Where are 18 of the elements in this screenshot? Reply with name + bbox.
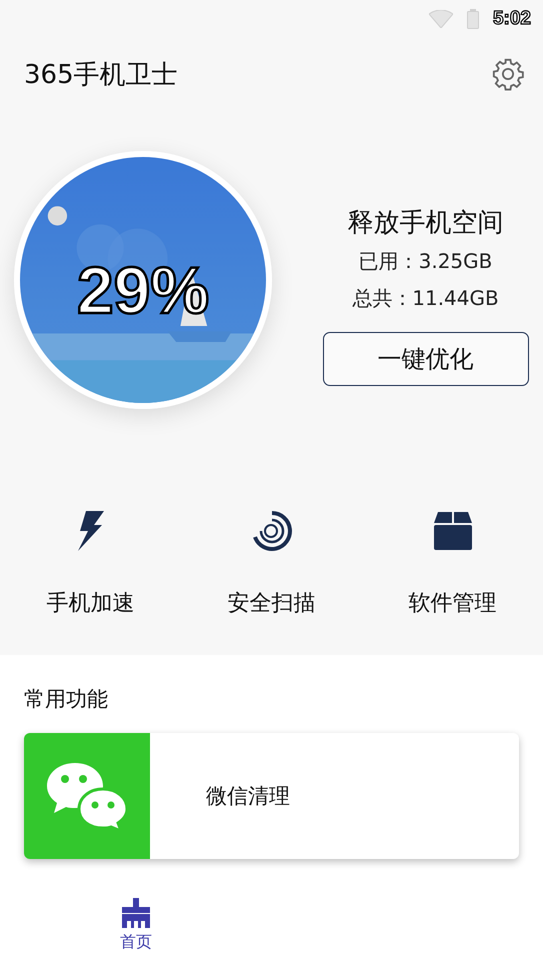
bolt-icon[interactable] xyxy=(76,510,106,552)
info-heading: 释放手机空间 xyxy=(348,206,504,240)
total-storage: 总共：11.44GB xyxy=(352,284,499,312)
feature-label[interactable]: 手机加速 xyxy=(46,588,134,618)
scan-icon[interactable] xyxy=(252,510,292,552)
feature-card[interactable]: 微信清理 xyxy=(24,733,519,859)
broom-icon xyxy=(122,898,150,928)
status-time: 5:02 xyxy=(492,8,531,30)
wifi-icon xyxy=(428,10,453,28)
box-icon[interactable] xyxy=(434,510,472,552)
feature-label[interactable]: 安全扫描 xyxy=(228,588,316,618)
feature-label[interactable]: 软件管理 xyxy=(408,588,496,618)
optimize-button[interactable]: 一键优化 xyxy=(322,332,528,386)
battery-icon xyxy=(466,9,479,29)
app-title: 365手机卫士 xyxy=(24,58,178,92)
settings-icon[interactable] xyxy=(491,57,525,91)
used-storage: 已用：3.25GB xyxy=(358,248,492,274)
section-title: 常用功能 xyxy=(24,686,109,713)
